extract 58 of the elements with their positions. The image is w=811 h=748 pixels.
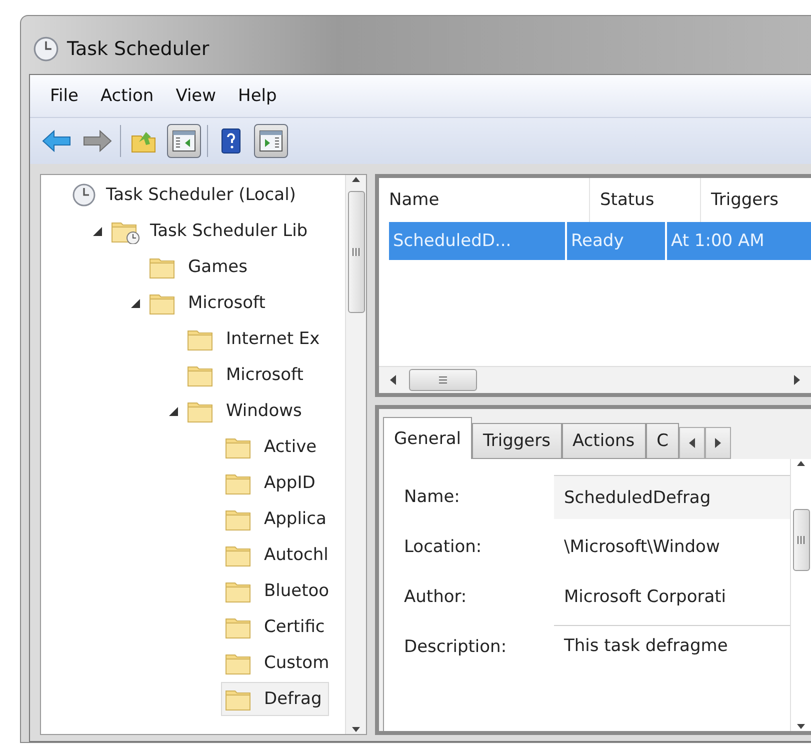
scroll-right-icon <box>793 375 801 385</box>
scroll-down-icon <box>352 724 360 734</box>
tree-item[interactable]: Windows <box>183 394 309 428</box>
expanded-triangle-icon[interactable] <box>92 226 102 236</box>
tree-item[interactable]: Task Scheduler Lib <box>107 214 315 248</box>
clock-icon <box>72 183 96 207</box>
forward-arrow-icon <box>82 130 112 152</box>
tree-item[interactable]: Microsoft <box>145 286 272 320</box>
expanded-triangle-icon[interactable] <box>130 298 140 308</box>
tree-item[interactable]: Defrag <box>221 682 329 716</box>
tree-item[interactable]: Task Scheduler (Local) <box>69 178 303 212</box>
scroll-left-icon <box>389 375 397 385</box>
menu-item[interactable]: Help <box>238 86 277 106</box>
toolbar-button[interactable] <box>254 124 288 158</box>
left-arrow-icon <box>688 438 696 448</box>
tree-item[interactable]: AppID <box>221 466 322 500</box>
horizontal-scrollbar[interactable] <box>379 366 811 393</box>
tree-item[interactable]: Bluetoo <box>221 574 336 608</box>
tab[interactable]: Triggers <box>472 423 562 459</box>
scrollbar[interactable] <box>345 175 366 734</box>
grip-icon <box>351 247 361 257</box>
expanded-triangle-icon[interactable] <box>168 406 178 416</box>
window-title: Task Scheduler <box>67 38 210 60</box>
menu-item[interactable]: Action <box>100 86 154 106</box>
tree-item[interactable]: Active <box>221 430 324 464</box>
tree-item[interactable]: Autochl <box>221 538 336 572</box>
tab-scroll-left-button[interactable] <box>679 427 706 459</box>
scroll-up-icon <box>797 459 805 469</box>
tab[interactable]: C <box>646 423 680 459</box>
toolbar-button[interactable] <box>167 124 201 158</box>
scrollbar[interactable] <box>790 459 811 731</box>
tree-item[interactable]: Internet Ex <box>183 322 327 356</box>
menu-item[interactable]: File <box>50 86 78 106</box>
folder-up-icon <box>131 129 157 153</box>
tree-item[interactable]: Applica <box>221 502 334 536</box>
right-arrow-icon <box>714 438 722 448</box>
scroll-down-icon <box>797 721 805 731</box>
name-field[interactable]: ScheduledDefrag <box>554 475 790 519</box>
clock-icon <box>33 36 59 62</box>
help-icon <box>221 128 241 154</box>
tab-scroll-right-button[interactable] <box>705 427 732 459</box>
grip-icon <box>796 535 806 545</box>
field-label: Description: <box>404 636 508 659</box>
tree-item[interactable]: Custom <box>221 646 336 680</box>
grip-icon <box>438 375 448 385</box>
scroll-up-icon <box>352 175 360 185</box>
tree-item[interactable]: Microsoft <box>183 358 310 392</box>
tree-item[interactable]: Games <box>145 250 254 284</box>
menu-item[interactable]: View <box>176 86 216 106</box>
tab[interactable]: Actions <box>562 423 646 459</box>
pane-left-icon <box>172 130 196 152</box>
field-label: Name: <box>404 486 461 509</box>
field-label: Author: <box>404 586 468 609</box>
field-label: Location: <box>404 536 483 559</box>
pane-right-icon <box>259 130 283 152</box>
tree-item[interactable]: Certific <box>221 610 332 644</box>
tab[interactable]: General <box>383 417 472 459</box>
back-arrow-icon <box>42 130 72 152</box>
